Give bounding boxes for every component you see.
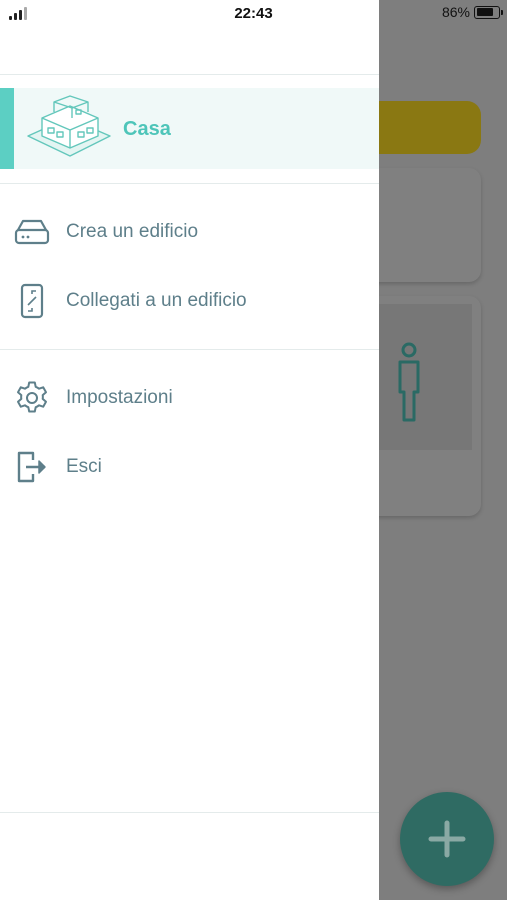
logout-icon bbox=[14, 449, 50, 485]
menu-label: Crea un edificio bbox=[66, 221, 199, 242]
menu-item-create-building[interactable]: Crea un edificio bbox=[0, 202, 379, 262]
building-illustration-icon bbox=[27, 95, 111, 157]
building-item-selected[interactable]: Casa bbox=[0, 88, 379, 169]
drawer-divider-top bbox=[0, 74, 379, 75]
menu-label: Impostazioni bbox=[66, 387, 173, 408]
battery-percent: 86% bbox=[441, 4, 470, 20]
navigation-drawer: Casa Crea un edificio Collegati a un edi… bbox=[0, 0, 379, 900]
router-icon bbox=[14, 214, 50, 250]
add-fab-button[interactable] bbox=[400, 792, 494, 886]
gear-icon bbox=[14, 380, 50, 416]
drawer-divider-building bbox=[0, 183, 379, 184]
menu-label: Esci bbox=[66, 456, 102, 477]
status-time: 22:43 bbox=[234, 5, 273, 22]
menu-label: Collegati a un edificio bbox=[66, 290, 247, 311]
building-name: Casa bbox=[123, 118, 171, 140]
plus-icon bbox=[428, 820, 466, 858]
battery-indicator: 86% bbox=[441, 4, 503, 20]
drawer-divider-bottom bbox=[0, 812, 379, 813]
drawer-divider-middle bbox=[0, 349, 379, 350]
person-icon bbox=[398, 342, 420, 422]
menu-item-logout[interactable]: Esci bbox=[0, 437, 379, 497]
menu-item-join-building[interactable]: Collegati a un edificio bbox=[0, 271, 379, 331]
menu-item-settings[interactable]: Impostazioni bbox=[0, 368, 379, 428]
phone-icon bbox=[14, 283, 50, 319]
battery-icon bbox=[474, 5, 503, 19]
background-device-image bbox=[372, 304, 472, 450]
